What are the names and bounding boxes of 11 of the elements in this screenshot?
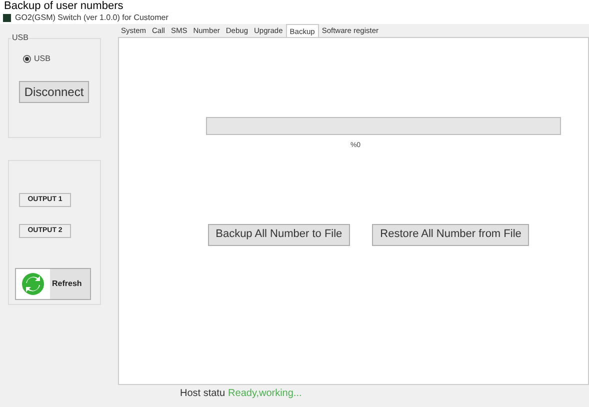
window-title: GO2(GSM) Switch (ver 1.0.0) for Customer (15, 12, 168, 24)
restore-button[interactable]: Restore All Number from File (372, 224, 530, 246)
caption: Backup of user numbers (3, 0, 124, 12)
app-icon (3, 14, 11, 22)
status-label: Host statu (180, 386, 226, 400)
status-value: Ready,working... (228, 386, 302, 400)
radio-button[interactable]: USB (23, 53, 50, 65)
refresh-button[interactable]: Refresh (15, 268, 91, 300)
refresh-icon (16, 269, 50, 299)
backup-button[interactable]: Backup All Number to File (208, 224, 350, 246)
disconnect-button[interactable]: Disconnect (19, 81, 89, 103)
